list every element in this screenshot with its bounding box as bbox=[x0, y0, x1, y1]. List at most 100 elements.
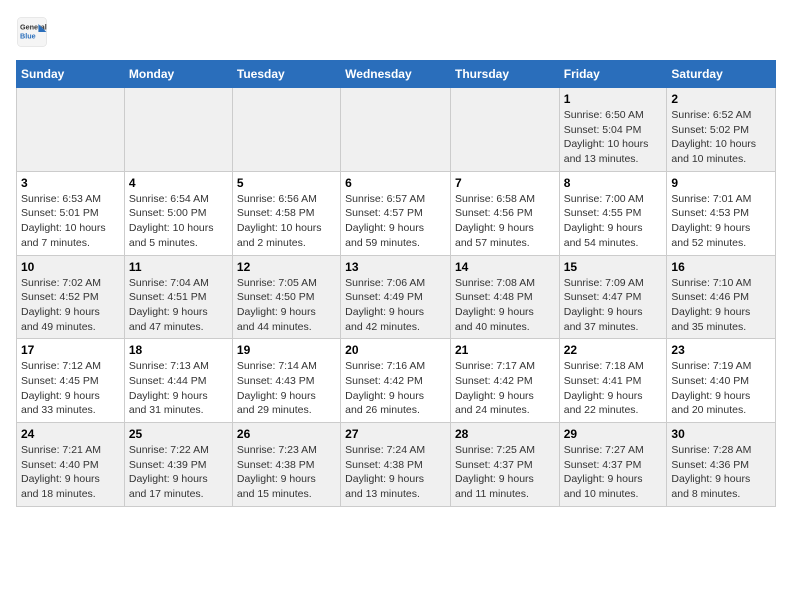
calendar-week-row: 1Sunrise: 6:50 AM Sunset: 5:04 PM Daylig… bbox=[17, 88, 776, 172]
calendar-cell: 14 Sunrise: 7:08 AM Sunset: 4:48 PM Dayli… bbox=[450, 255, 559, 339]
day-info: Sunrise: 6:57 AM Sunset: 4:57 PM Dayligh… bbox=[345, 192, 446, 251]
calendar-week-row: 24 Sunrise: 7:21 AM Sunset: 4:40 PM Dayli… bbox=[17, 423, 776, 507]
calendar-cell bbox=[341, 88, 451, 172]
calendar-cell bbox=[450, 88, 559, 172]
day-number: 29 bbox=[564, 427, 663, 441]
day-number: 10 bbox=[21, 260, 120, 274]
logo: General Blue bbox=[16, 16, 52, 48]
weekday-header-tuesday: Tuesday bbox=[232, 61, 340, 88]
calendar-cell: 5 Sunrise: 6:56 AM Sunset: 4:58 PM Daylig… bbox=[232, 171, 340, 255]
day-number: 3 bbox=[21, 176, 120, 190]
day-info: Sunrise: 6:50 AM Sunset: 5:04 PM Dayligh… bbox=[564, 108, 663, 167]
day-info: Sunrise: 7:25 AM Sunset: 4:37 PM Dayligh… bbox=[455, 443, 555, 502]
calendar-cell: 7Sunrise: 6:58 AM Sunset: 4:56 PM Daylig… bbox=[450, 171, 559, 255]
calendar-cell: 3Sunrise: 6:53 AM Sunset: 5:01 PM Daylig… bbox=[17, 171, 125, 255]
day-info: Sunrise: 7:14 AM Sunset: 4:43 PM Dayligh… bbox=[237, 359, 336, 418]
day-number: 30 bbox=[671, 427, 771, 441]
calendar-cell: 28 Sunrise: 7:25 AM Sunset: 4:37 PM Dayli… bbox=[450, 423, 559, 507]
logo-icon: General Blue bbox=[16, 16, 48, 48]
calendar-cell: 6 Sunrise: 6:57 AM Sunset: 4:57 PM Daylig… bbox=[341, 171, 451, 255]
calendar-table: SundayMondayTuesdayWednesdayThursdayFrid… bbox=[16, 60, 776, 507]
calendar-cell: 21 Sunrise: 7:17 AM Sunset: 4:42 PM Dayli… bbox=[450, 339, 559, 423]
calendar-cell: 22 Sunrise: 7:18 AM Sunset: 4:41 PM Dayli… bbox=[559, 339, 667, 423]
weekday-header-friday: Friday bbox=[559, 61, 667, 88]
day-number: 16 bbox=[671, 260, 771, 274]
weekday-header-row: SundayMondayTuesdayWednesdayThursdayFrid… bbox=[17, 61, 776, 88]
day-info: Sunrise: 7:02 AM Sunset: 4:52 PM Dayligh… bbox=[21, 276, 120, 335]
day-number: 4 bbox=[129, 176, 228, 190]
calendar-cell: 30 Sunrise: 7:28 AM Sunset: 4:36 PM Dayli… bbox=[667, 423, 776, 507]
day-number: 11 bbox=[129, 260, 228, 274]
calendar-cell: 10 Sunrise: 7:02 AM Sunset: 4:52 PM Dayli… bbox=[17, 255, 125, 339]
calendar-cell bbox=[124, 88, 232, 172]
calendar-cell bbox=[232, 88, 340, 172]
calendar-cell: 12Sunrise: 7:05 AM Sunset: 4:50 PM Dayli… bbox=[232, 255, 340, 339]
calendar-cell: 25Sunrise: 7:22 AM Sunset: 4:39 PM Dayli… bbox=[124, 423, 232, 507]
calendar-cell: 9 Sunrise: 7:01 AM Sunset: 4:53 PM Daylig… bbox=[667, 171, 776, 255]
day-number: 26 bbox=[237, 427, 336, 441]
day-info: Sunrise: 6:54 AM Sunset: 5:00 PM Dayligh… bbox=[129, 192, 228, 251]
day-number: 24 bbox=[21, 427, 120, 441]
day-number: 6 bbox=[345, 176, 446, 190]
weekday-header-monday: Monday bbox=[124, 61, 232, 88]
day-info: Sunrise: 7:23 AM Sunset: 4:38 PM Dayligh… bbox=[237, 443, 336, 502]
calendar-cell: 24 Sunrise: 7:21 AM Sunset: 4:40 PM Dayli… bbox=[17, 423, 125, 507]
day-number: 25 bbox=[129, 427, 228, 441]
calendar-cell: 17 Sunrise: 7:12 AM Sunset: 4:45 PM Dayli… bbox=[17, 339, 125, 423]
day-info: Sunrise: 7:12 AM Sunset: 4:45 PM Dayligh… bbox=[21, 359, 120, 418]
day-number: 14 bbox=[455, 260, 555, 274]
calendar-cell: 15 Sunrise: 7:09 AM Sunset: 4:47 PM Dayli… bbox=[559, 255, 667, 339]
day-number: 15 bbox=[564, 260, 663, 274]
day-number: 5 bbox=[237, 176, 336, 190]
day-number: 21 bbox=[455, 343, 555, 357]
day-info: Sunrise: 7:17 AM Sunset: 4:42 PM Dayligh… bbox=[455, 359, 555, 418]
day-number: 28 bbox=[455, 427, 555, 441]
day-info: Sunrise: 7:13 AM Sunset: 4:44 PM Dayligh… bbox=[129, 359, 228, 418]
day-info: Sunrise: 7:28 AM Sunset: 4:36 PM Dayligh… bbox=[671, 443, 771, 502]
calendar-week-row: 10 Sunrise: 7:02 AM Sunset: 4:52 PM Dayli… bbox=[17, 255, 776, 339]
day-info: Sunrise: 6:58 AM Sunset: 4:56 PM Dayligh… bbox=[455, 192, 555, 251]
calendar-header: SundayMondayTuesdayWednesdayThursdayFrid… bbox=[17, 61, 776, 88]
day-info: Sunrise: 7:01 AM Sunset: 4:53 PM Dayligh… bbox=[671, 192, 771, 251]
weekday-header-saturday: Saturday bbox=[667, 61, 776, 88]
day-info: Sunrise: 7:18 AM Sunset: 4:41 PM Dayligh… bbox=[564, 359, 663, 418]
calendar-cell: 13Sunrise: 7:06 AM Sunset: 4:49 PM Dayli… bbox=[341, 255, 451, 339]
day-number: 2 bbox=[671, 92, 771, 106]
calendar-cell: 27Sunrise: 7:24 AM Sunset: 4:38 PM Dayli… bbox=[341, 423, 451, 507]
day-number: 17 bbox=[21, 343, 120, 357]
calendar-cell: 4 Sunrise: 6:54 AM Sunset: 5:00 PM Daylig… bbox=[124, 171, 232, 255]
calendar-cell: 19Sunrise: 7:14 AM Sunset: 4:43 PM Dayli… bbox=[232, 339, 340, 423]
day-info: Sunrise: 7:21 AM Sunset: 4:40 PM Dayligh… bbox=[21, 443, 120, 502]
day-info: Sunrise: 7:04 AM Sunset: 4:51 PM Dayligh… bbox=[129, 276, 228, 335]
weekday-header-wednesday: Wednesday bbox=[341, 61, 451, 88]
day-number: 18 bbox=[129, 343, 228, 357]
day-info: Sunrise: 7:00 AM Sunset: 4:55 PM Dayligh… bbox=[564, 192, 663, 251]
day-number: 20 bbox=[345, 343, 446, 357]
calendar-cell: 11 Sunrise: 7:04 AM Sunset: 4:51 PM Dayli… bbox=[124, 255, 232, 339]
day-info: Sunrise: 7:19 AM Sunset: 4:40 PM Dayligh… bbox=[671, 359, 771, 418]
calendar-cell: 26 Sunrise: 7:23 AM Sunset: 4:38 PM Dayli… bbox=[232, 423, 340, 507]
header: General Blue bbox=[16, 16, 776, 48]
weekday-header-thursday: Thursday bbox=[450, 61, 559, 88]
day-info: Sunrise: 7:09 AM Sunset: 4:47 PM Dayligh… bbox=[564, 276, 663, 335]
calendar-body: 1Sunrise: 6:50 AM Sunset: 5:04 PM Daylig… bbox=[17, 88, 776, 507]
day-number: 8 bbox=[564, 176, 663, 190]
day-number: 22 bbox=[564, 343, 663, 357]
calendar-cell: 1Sunrise: 6:50 AM Sunset: 5:04 PM Daylig… bbox=[559, 88, 667, 172]
calendar-cell: 23 Sunrise: 7:19 AM Sunset: 4:40 PM Dayli… bbox=[667, 339, 776, 423]
day-info: Sunrise: 7:27 AM Sunset: 4:37 PM Dayligh… bbox=[564, 443, 663, 502]
day-number: 23 bbox=[671, 343, 771, 357]
calendar-cell: 8 Sunrise: 7:00 AM Sunset: 4:55 PM Daylig… bbox=[559, 171, 667, 255]
day-info: Sunrise: 6:52 AM Sunset: 5:02 PM Dayligh… bbox=[671, 108, 771, 167]
day-info: Sunrise: 7:06 AM Sunset: 4:49 PM Dayligh… bbox=[345, 276, 446, 335]
day-info: Sunrise: 6:56 AM Sunset: 4:58 PM Dayligh… bbox=[237, 192, 336, 251]
day-info: Sunrise: 7:16 AM Sunset: 4:42 PM Dayligh… bbox=[345, 359, 446, 418]
weekday-header-sunday: Sunday bbox=[17, 61, 125, 88]
day-number: 9 bbox=[671, 176, 771, 190]
day-info: Sunrise: 7:08 AM Sunset: 4:48 PM Dayligh… bbox=[455, 276, 555, 335]
calendar-cell: 2 Sunrise: 6:52 AM Sunset: 5:02 PM Daylig… bbox=[667, 88, 776, 172]
calendar-cell: 18 Sunrise: 7:13 AM Sunset: 4:44 PM Dayli… bbox=[124, 339, 232, 423]
day-number: 12 bbox=[237, 260, 336, 274]
day-info: Sunrise: 7:10 AM Sunset: 4:46 PM Dayligh… bbox=[671, 276, 771, 335]
calendar-week-row: 17 Sunrise: 7:12 AM Sunset: 4:45 PM Dayli… bbox=[17, 339, 776, 423]
